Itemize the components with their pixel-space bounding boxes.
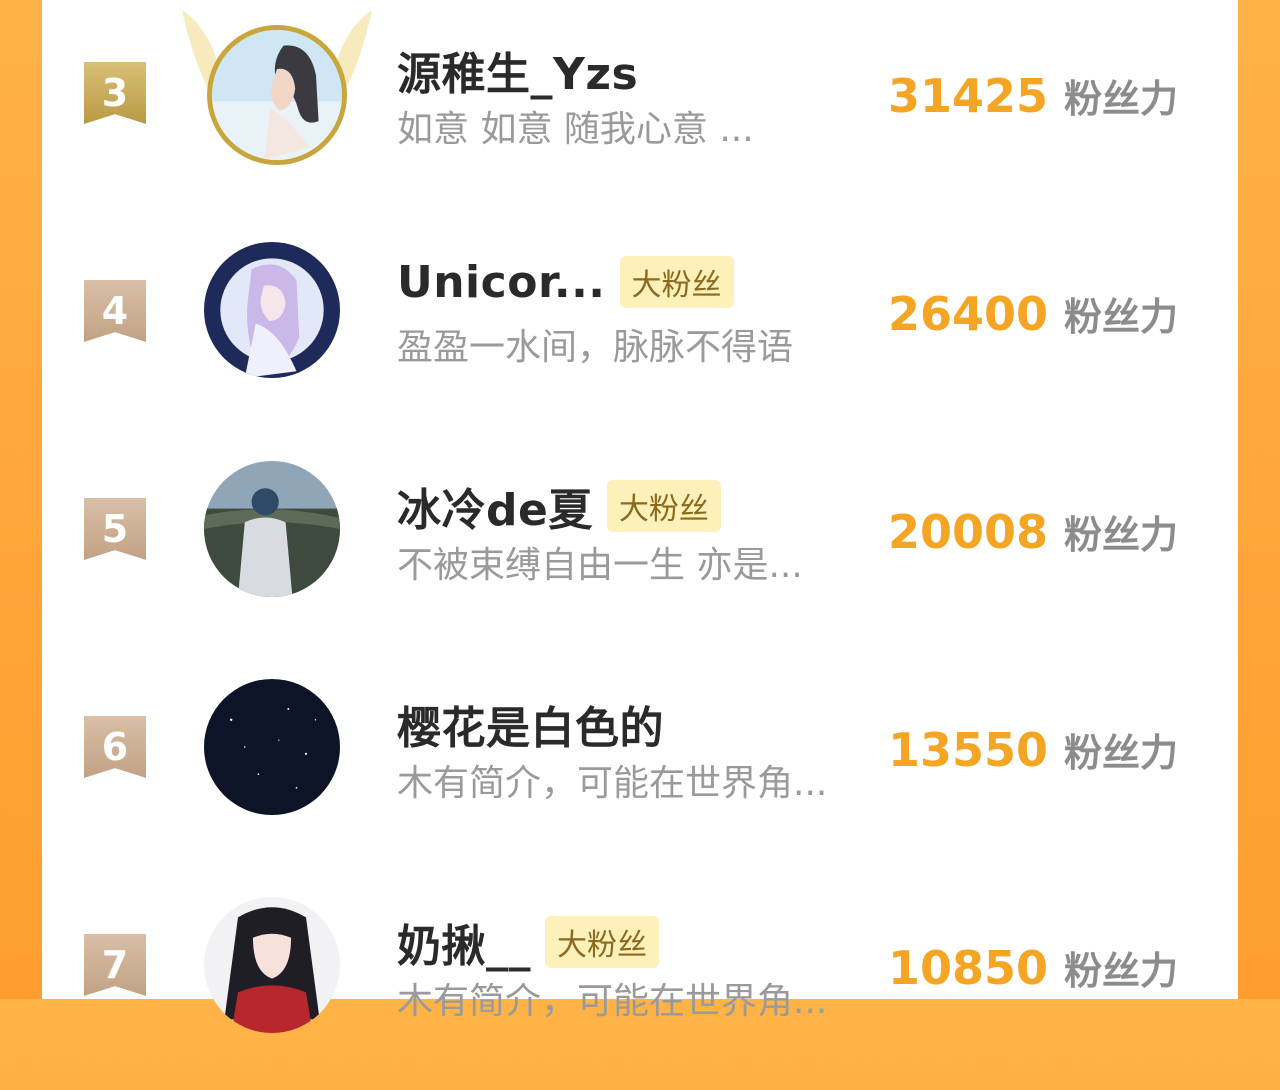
score-value: 10850: [888, 941, 1049, 995]
rank-badge: 4: [84, 280, 146, 342]
username[interactable]: 冰冷de夏: [397, 474, 593, 538]
person-landscape-avatar: [204, 461, 340, 597]
list-item[interactable]: 3 源稚生_Yzs 如意 如意 随我心意 ... 31425 粉丝力: [42, 0, 1238, 218]
score-value: 13550: [888, 723, 1049, 777]
big-fan-badge: 大粉丝: [619, 256, 734, 308]
score-unit: 粉丝力: [1064, 731, 1179, 775]
fan-power: 10850 粉丝力: [888, 940, 1178, 995]
woman-profile-avatar: [212, 30, 342, 160]
fan-power: 31425 粉丝力: [888, 68, 1178, 123]
list-item[interactable]: 5 冰冷de夏 大粉丝 不被束缚自由一生 亦是... 20008 粉丝力: [42, 436, 1238, 654]
list-item[interactable]: 6 樱花是白色的 木有简介，可能在世界角... 13550 粉丝力: [42, 654, 1238, 872]
rank-badge: 5: [84, 498, 146, 560]
list-item[interactable]: 7 奶揪__ 大粉丝 木有简介，可能在世界角... 10850 粉丝力: [42, 872, 1238, 1090]
name-line: 樱花是白色的: [397, 692, 664, 756]
username[interactable]: 源稚生_Yzs: [397, 38, 638, 102]
score-value: 31425: [888, 69, 1049, 123]
big-fan-badge: 大粉丝: [606, 480, 721, 532]
name-line: Unicor... 大粉丝: [397, 256, 734, 308]
bio: 不被束缚自由一生 亦是...: [397, 545, 803, 586]
bio: 木有简介，可能在世界角...: [397, 981, 828, 1022]
score-value: 20008: [888, 505, 1049, 559]
avatar[interactable]: [204, 679, 340, 815]
score-unit: 粉丝力: [1064, 77, 1179, 121]
bio: 盈盈一水间，脉脉不得语: [397, 327, 794, 368]
fan-power: 20008 粉丝力: [888, 504, 1178, 559]
name-line: 源稚生_Yzs: [397, 38, 638, 102]
anime-girl-scarf-avatar: [204, 897, 340, 1033]
fan-power: 26400 粉丝力: [888, 286, 1178, 341]
avatar[interactable]: [204, 461, 340, 597]
fan-power: 13550 粉丝力: [888, 722, 1178, 777]
name-line: 冰冷de夏 大粉丝: [397, 474, 721, 538]
avatar[interactable]: [204, 242, 340, 378]
name-line: 奶揪__ 大粉丝: [397, 910, 659, 974]
score-unit: 粉丝力: [1064, 513, 1179, 557]
score-unit: 粉丝力: [1064, 949, 1179, 993]
score-unit: 粉丝力: [1064, 295, 1179, 339]
username[interactable]: 樱花是白色的: [397, 692, 664, 756]
rank-badge: 7: [84, 934, 146, 996]
username[interactable]: Unicor...: [397, 257, 606, 308]
rank-badge: 6: [84, 716, 146, 778]
night-sky-avatar: [204, 679, 340, 815]
score-value: 26400: [888, 287, 1049, 341]
avatar[interactable]: [207, 25, 347, 165]
list-item[interactable]: 4 Unicor... 大粉丝 盈盈一水间，脉脉不得语 26400 粉丝力: [42, 218, 1238, 436]
bio: 如意 如意 随我心意 ...: [397, 109, 754, 150]
big-fan-badge: 大粉丝: [545, 916, 659, 968]
anime-moon-girl-avatar: [204, 242, 340, 378]
ranking-panel: 3 源稚生_Yzs 如意 如意 随我心意 ... 31425 粉丝力 4 Uni…: [42, 0, 1238, 1033]
username[interactable]: 奶揪__: [397, 910, 531, 974]
rank-badge: 3: [84, 62, 146, 124]
avatar[interactable]: [204, 897, 340, 1033]
bio: 木有简介，可能在世界角...: [397, 763, 828, 804]
